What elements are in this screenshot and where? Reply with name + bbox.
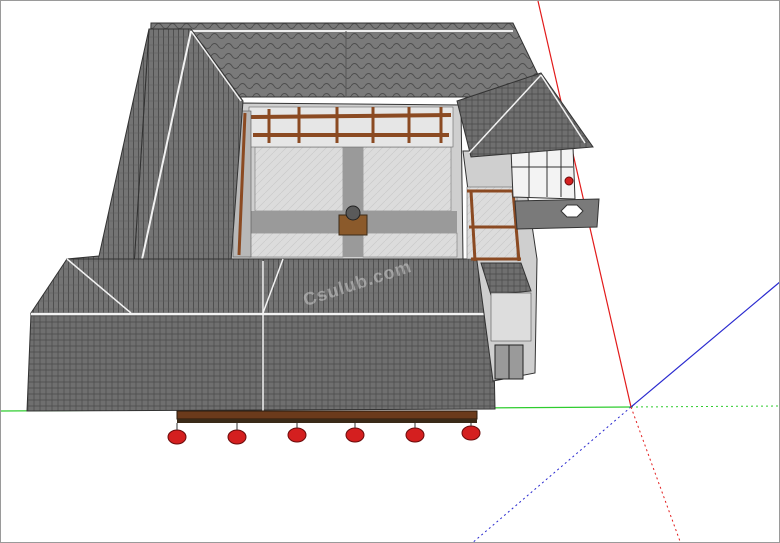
blue-axis-dotted: [472, 406, 632, 542]
blue-axis: [630, 281, 779, 408]
courtyard[interactable]: [230, 102, 464, 260]
front-eave: [176, 410, 478, 423]
courtyard-paving-nw: [254, 146, 344, 212]
gatehouse-lantern[interactable]: [564, 176, 574, 186]
gatehouse-wall: [514, 198, 600, 230]
south-wing-roof[interactable]: [26, 258, 496, 412]
lantern[interactable]: [405, 423, 425, 443]
north-corridor: [248, 106, 454, 148]
lantern[interactable]: [345, 423, 365, 443]
sketchup-viewport[interactable]: Csulub.com: [0, 0, 780, 543]
lantern[interactable]: [227, 423, 247, 445]
courtyard-paving-se: [362, 232, 458, 258]
courtyard-paving-ne: [362, 146, 452, 212]
red-axis-dotted: [630, 406, 681, 542]
lantern[interactable]: [287, 423, 307, 443]
lantern[interactable]: [461, 423, 481, 441]
courtyard-tree[interactable]: [345, 205, 361, 221]
courtyard-paving-sw: [248, 232, 344, 258]
lanterns[interactable]: [167, 423, 481, 445]
green-axis-dotted: [630, 405, 779, 408]
lantern[interactable]: [167, 423, 187, 445]
courtyard-path-vertical: [343, 147, 363, 257]
